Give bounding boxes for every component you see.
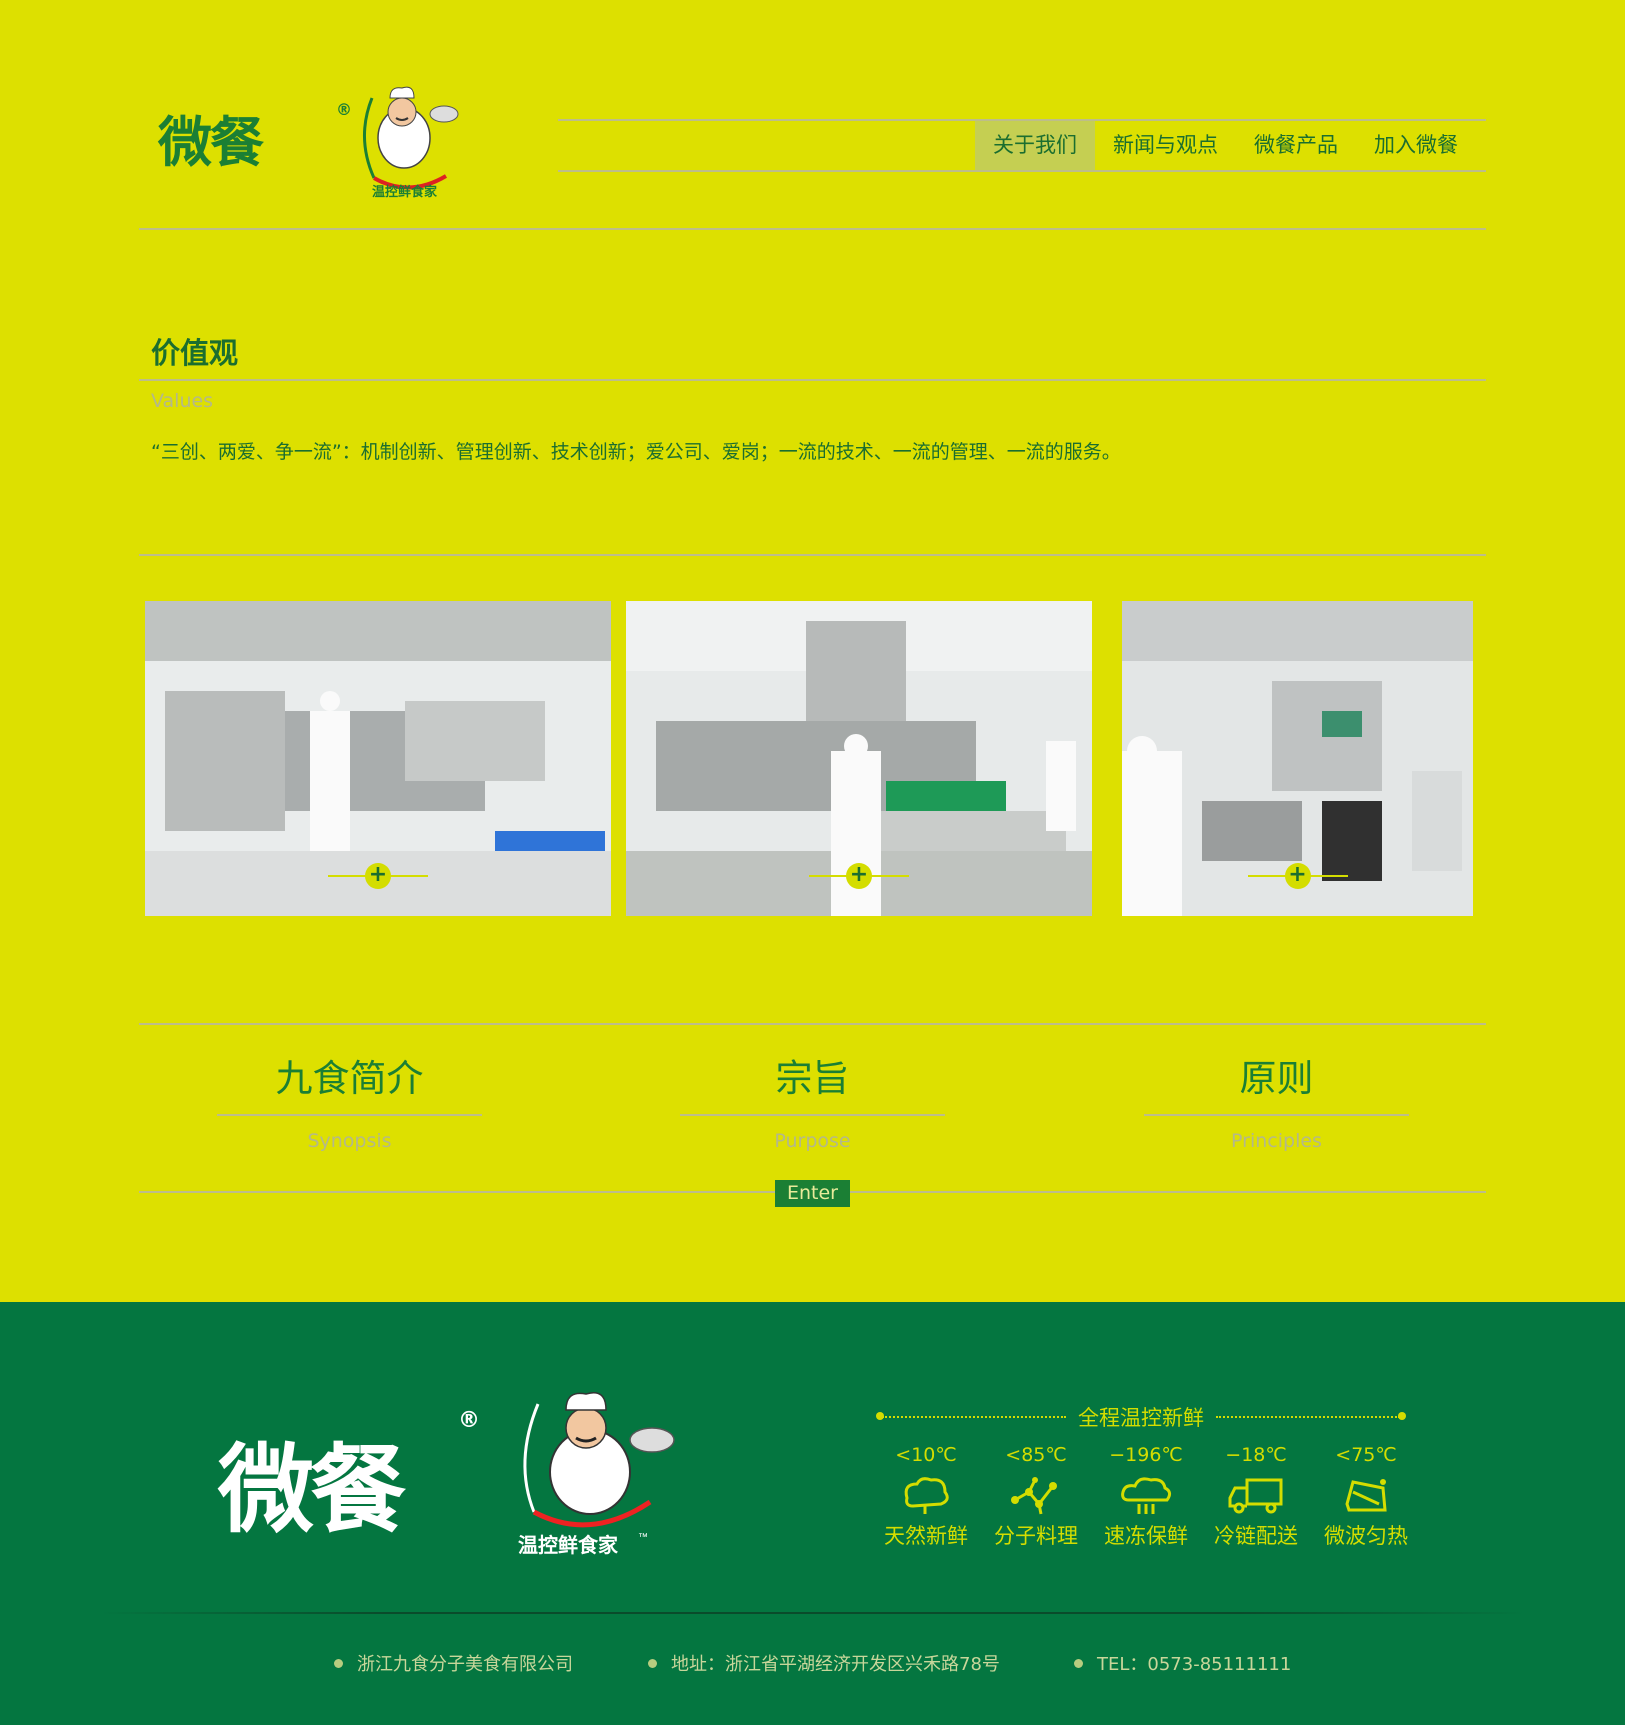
footer-logo-text: 微餐 — [218, 1433, 406, 1546]
temperature-control-panel: 全程温控新鲜 <10℃ 天然新鲜 <85℃ 分子料理 −196℃ 速冻保鲜 −1… — [876, 1402, 1408, 1552]
column-subtitle: Synopsis — [307, 1130, 392, 1152]
header-divider — [139, 228, 1486, 230]
temp-value: <85℃ — [1005, 1444, 1067, 1466]
chef-mascot-icon: 温控鲜食家 — [363, 86, 459, 199]
photo-control-panel[interactable]: + — [1122, 601, 1473, 916]
vegetable-icon — [904, 1477, 949, 1514]
site-footer: 微餐 ® 温控鲜食家 ™ 全程温控新鲜 <10℃ 天然新鲜 <85℃ 分子料理 … — [0, 1302, 1625, 1725]
values-body: “三创、两爱、争一流”：机制创新、管理创新、技术创新；爱公司、爱岗；一流的技术、… — [151, 441, 1121, 463]
footer-tm-mark: ™ — [638, 1532, 648, 1543]
address-text: 地址：浙江省平湖经济开发区兴禾路78号 — [671, 1654, 1000, 1675]
temp-label: 微波匀热 — [1324, 1524, 1408, 1548]
plus-icon: + — [1284, 863, 1311, 889]
temperature-header: 全程温控新鲜 — [876, 1402, 1406, 1432]
zoom-button[interactable]: + — [328, 863, 428, 889]
registered-mark: ® — [336, 100, 352, 119]
nav-item-join[interactable]: 加入微餐 — [1356, 121, 1476, 170]
logo-text: 微餐 — [158, 110, 264, 174]
values-title: 价值观 — [151, 336, 239, 370]
footer-divider — [100, 1612, 1525, 1614]
column-title: 九食简介 — [275, 1057, 424, 1100]
microwave-icon — [1345, 1479, 1387, 1512]
footer-company: 浙江九食分子美食有限公司 — [334, 1650, 573, 1676]
temp-item-fresh: <10℃ 天然新鲜 — [876, 1444, 976, 1550]
column-rule — [1144, 1114, 1409, 1116]
zoom-button[interactable]: + — [809, 863, 909, 889]
about-column-purpose[interactable]: 宗旨 Purpose — [680, 1050, 945, 1152]
values-subtitle: Values — [151, 390, 214, 412]
column-title: 原则 — [1239, 1057, 1314, 1100]
plus-icon: + — [846, 863, 872, 889]
photo-packaging-station[interactable]: + — [626, 601, 1092, 916]
plus-icon: + — [365, 863, 391, 889]
column-subtitle: Principles — [1231, 1130, 1322, 1152]
temp-label: 分子料理 — [994, 1524, 1078, 1548]
column-title: 宗旨 — [775, 1057, 850, 1100]
temp-value: −18℃ — [1225, 1444, 1287, 1466]
nav-item-products[interactable]: 微餐产品 — [1236, 121, 1356, 170]
footer-chef-mascot-icon: 温控鲜食家 ™ — [518, 1392, 675, 1557]
dotted-rule — [1216, 1416, 1400, 1418]
column-rule — [680, 1114, 945, 1116]
temp-item-molecular: <85℃ 分子料理 — [986, 1444, 1086, 1550]
temp-value: <75℃ — [1335, 1444, 1397, 1466]
photo-production-line[interactable]: + — [145, 601, 611, 916]
badge-text: 温控鲜食家 — [372, 184, 438, 199]
temp-item-freeze: −196℃ 速冻保鲜 — [1096, 1444, 1196, 1550]
values-title-divider — [139, 379, 1486, 381]
footer-logo[interactable]: 微餐 ® 温控鲜食家 ™ — [218, 1382, 688, 1562]
about-top-divider — [139, 1023, 1486, 1025]
temp-value: −196℃ — [1109, 1444, 1183, 1466]
bullet-icon — [648, 1658, 657, 1668]
temp-label: 速冻保鲜 — [1104, 1524, 1188, 1548]
site-header: 微餐 ® 温控鲜食家 关于我们 新闻与观点 微餐产品 加入微餐 — [139, 0, 1486, 232]
about-column-synopsis[interactable]: 九食简介 Synopsis — [217, 1050, 482, 1152]
footer-address: 地址：浙江省平湖经济开发区兴禾路78号 — [648, 1650, 1000, 1676]
enter-button[interactable]: Enter — [775, 1180, 850, 1207]
bullet-icon — [1074, 1658, 1083, 1668]
truck-icon — [1228, 1478, 1283, 1514]
nav-item-news[interactable]: 新闻与观点 — [1095, 121, 1236, 170]
brand-logo[interactable]: 微餐 ® 温控鲜食家 — [158, 78, 468, 204]
company-name: 浙江九食分子美食有限公司 — [357, 1654, 573, 1675]
temp-label: 天然新鲜 — [884, 1524, 968, 1548]
bullet-icon — [334, 1658, 343, 1668]
column-rule — [217, 1114, 482, 1116]
temp-label: 冷链配送 — [1214, 1524, 1298, 1548]
dot-icon — [1398, 1412, 1406, 1420]
tel-text: TEL：0573-85111111 — [1097, 1654, 1292, 1675]
footer-tel: TEL：0573-85111111 — [1074, 1650, 1291, 1676]
column-subtitle: Purpose — [774, 1130, 851, 1152]
values-divider — [139, 554, 1486, 556]
cloud-freeze-icon — [1121, 1477, 1172, 1514]
footer-registered-mark: ® — [458, 1408, 480, 1433]
main-nav: 关于我们 新闻与观点 微餐产品 加入微餐 — [558, 119, 1486, 172]
zoom-button[interactable]: + — [1247, 863, 1348, 889]
temp-item-microwave: <75℃ 微波匀热 — [1316, 1444, 1416, 1550]
about-column-principles[interactable]: 原则 Principles — [1144, 1050, 1409, 1152]
temp-value: <10℃ — [895, 1444, 957, 1466]
molecule-icon — [1011, 1477, 1057, 1515]
nav-item-about[interactable]: 关于我们 — [975, 121, 1095, 170]
footer-badge-text: 温控鲜食家 — [518, 1533, 619, 1557]
temp-item-cold-chain: −18℃ 冷链配送 — [1206, 1444, 1306, 1550]
